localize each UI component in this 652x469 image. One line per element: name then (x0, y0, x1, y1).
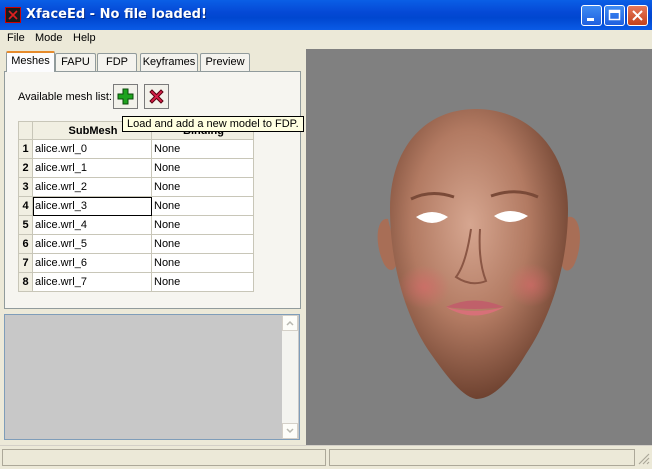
available-mesh-list-label: Available mesh list: (18, 91, 112, 103)
row-number[interactable]: 8 (18, 272, 33, 292)
window-title: XfaceEd - No file loaded! (26, 7, 207, 22)
tab-fdp[interactable]: FDP (97, 53, 137, 71)
binding-cell[interactable]: None (151, 139, 254, 159)
table-row[interactable]: 8 alice.wrl_7 None (18, 272, 254, 292)
corner-header (18, 121, 33, 140)
binding-cell[interactable]: None (151, 215, 254, 235)
row-number[interactable]: 3 (18, 177, 33, 197)
submesh-cell[interactable]: alice.wrl_2 (32, 177, 152, 197)
green-plus-icon (117, 88, 134, 105)
add-model-tooltip: Load and add a new model to FDP. (122, 116, 304, 132)
binding-cell[interactable]: None (151, 253, 254, 273)
status-bar (0, 445, 652, 469)
scroll-down-button[interactable] (282, 423, 298, 439)
submesh-cell[interactable]: alice.wrl_5 (32, 234, 152, 254)
binding-cell[interactable]: None (151, 158, 254, 178)
maximize-icon (608, 9, 621, 21)
submesh-cell[interactable]: alice.wrl_0 (32, 139, 152, 159)
tab-preview[interactable]: Preview (200, 53, 250, 71)
close-icon (632, 10, 643, 21)
row-number[interactable]: 2 (18, 158, 33, 178)
binding-cell[interactable]: None (151, 196, 254, 216)
status-pane-left (2, 449, 326, 466)
table-row[interactable]: 5 alice.wrl_4 None (18, 215, 254, 235)
binding-cell[interactable]: None (151, 272, 254, 292)
chevron-down-icon (286, 428, 294, 434)
menu-file[interactable]: File (7, 32, 25, 44)
red-x-icon (149, 89, 164, 104)
table-row[interactable]: 1 alice.wrl_0 None (18, 139, 254, 159)
submesh-cell-selected[interactable]: alice.wrl_3 (32, 196, 152, 216)
resize-grip-icon[interactable] (637, 452, 650, 465)
binding-cell[interactable]: None (151, 177, 254, 197)
xfaceed-app-icon[interactable] (5, 7, 21, 23)
face-model-render (377, 109, 580, 399)
submesh-cell[interactable]: alice.wrl_7 (32, 272, 152, 292)
title-bar[interactable]: XfaceEd - No file loaded! (0, 0, 652, 30)
table-row[interactable]: 4 alice.wrl_3 None (18, 196, 254, 216)
row-number[interactable]: 1 (18, 139, 33, 159)
tab-fapu[interactable]: FAPU (55, 53, 96, 71)
close-button[interactable] (627, 5, 648, 26)
menu-help[interactable]: Help (73, 32, 96, 44)
menu-mode[interactable]: Mode (35, 32, 63, 44)
row-number[interactable]: 7 (18, 253, 33, 273)
log-output-area[interactable] (4, 314, 300, 440)
row-number[interactable]: 6 (18, 234, 33, 254)
row-number[interactable]: 4 (18, 196, 33, 216)
log-vertical-scrollbar[interactable] (282, 315, 298, 439)
status-pane-right (329, 449, 635, 466)
submesh-cell[interactable]: alice.wrl_1 (32, 158, 152, 178)
submesh-table: SubMesh Binding 1alice.wrl_0None 2alice.… (18, 121, 254, 292)
scroll-up-button[interactable] (282, 315, 298, 331)
tab-meshes[interactable]: Meshes (6, 51, 55, 72)
row-number[interactable]: 5 (18, 215, 33, 235)
tab-keyframes[interactable]: Keyframes (140, 53, 198, 71)
remove-mesh-button[interactable] (144, 84, 169, 109)
3d-viewport[interactable] (306, 49, 652, 445)
submesh-cell[interactable]: alice.wrl_4 (32, 215, 152, 235)
minimize-icon (587, 18, 594, 21)
table-row[interactable]: 2 alice.wrl_1 None (18, 158, 254, 178)
table-row[interactable]: 3 alice.wrl_2 None (18, 177, 254, 197)
minimize-button[interactable] (581, 5, 602, 26)
submesh-cell[interactable]: alice.wrl_6 (32, 253, 152, 273)
maximize-button[interactable] (604, 5, 625, 26)
binding-cell[interactable]: None (151, 234, 254, 254)
chevron-up-icon (286, 320, 294, 326)
table-row[interactable]: 6 alice.wrl_5 None (18, 234, 254, 254)
menu-bar: File Mode Help (0, 30, 652, 48)
add-mesh-button[interactable] (113, 84, 138, 109)
table-row[interactable]: 7 alice.wrl_6 None (18, 253, 254, 273)
